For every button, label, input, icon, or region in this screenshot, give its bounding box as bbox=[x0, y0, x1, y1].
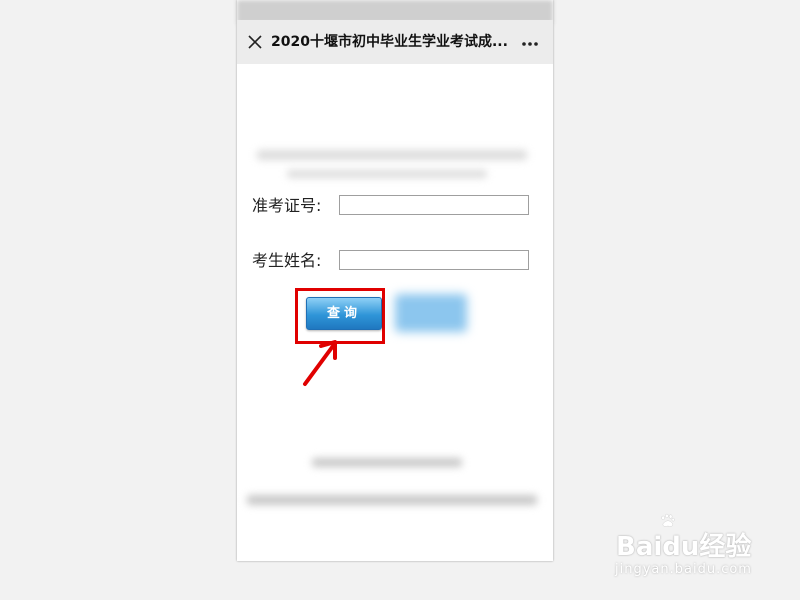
baidu-watermark-url: jingyan.baidu.com bbox=[615, 562, 752, 577]
arrow-icon bbox=[303, 340, 337, 386]
phone-screen: 2020十堰市初中毕业生学业考试成... 准考证号: 考生姓名: 查询 bbox=[237, 0, 553, 561]
baidu-watermark: Baidu经验 bbox=[616, 532, 752, 562]
more-icon[interactable] bbox=[521, 41, 539, 47]
title-bar: 2020十堰市初中毕业生学业考试成... bbox=[237, 20, 553, 64]
ticket-number-label: 准考证号: bbox=[252, 196, 322, 215]
page-title: 2020十堰市初中毕业生学业考试成... bbox=[271, 34, 508, 50]
student-name-input[interactable] bbox=[339, 250, 529, 270]
blurred-header-text bbox=[287, 170, 487, 178]
blurred-header-text bbox=[257, 150, 527, 160]
student-name-label: 考生姓名: bbox=[252, 251, 322, 270]
ticket-number-input[interactable] bbox=[339, 195, 529, 215]
blurred-footer-text bbox=[312, 458, 462, 467]
blurred-footer-text bbox=[247, 495, 537, 505]
reset-button[interactable] bbox=[395, 294, 467, 332]
close-icon[interactable] bbox=[245, 32, 265, 52]
query-button[interactable]: 查询 bbox=[306, 297, 382, 330]
